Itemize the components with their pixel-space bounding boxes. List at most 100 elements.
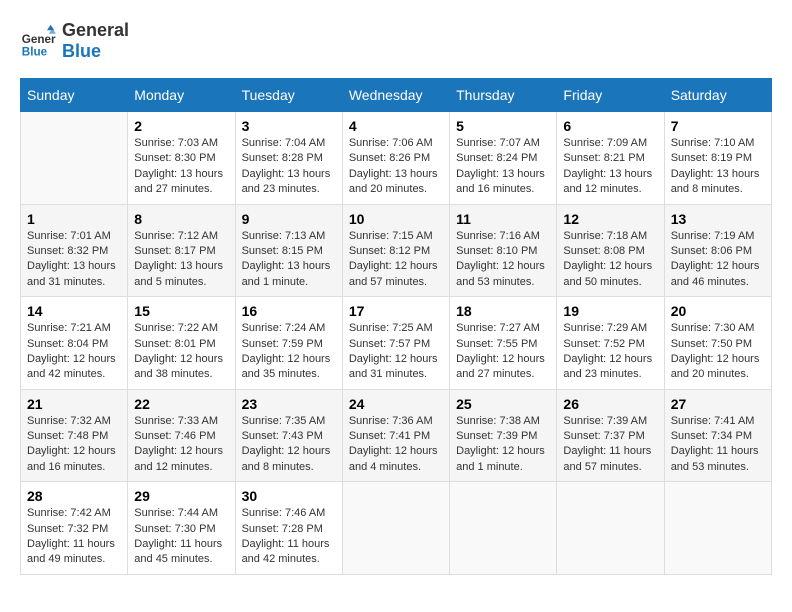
weekday-tuesday: Tuesday	[235, 79, 342, 112]
day-info: Sunrise: 7:15 AM Sunset: 8:12 PM Dayligh…	[349, 229, 443, 291]
day-info: Sunrise: 7:25 AM Sunset: 7:57 PM Dayligh…	[349, 321, 443, 383]
calendar-week-4: 21 Sunrise: 7:32 AM Sunset: 7:48 PM Dayli…	[21, 389, 772, 482]
day-info: Sunrise: 7:22 AM Sunset: 8:01 PM Dayligh…	[134, 321, 228, 383]
calendar-body: 2 Sunrise: 7:03 AM Sunset: 8:30 PM Daylig…	[21, 112, 772, 575]
day-info: Sunrise: 7:03 AM Sunset: 8:30 PM Dayligh…	[134, 136, 228, 198]
calendar-cell: 4 Sunrise: 7:06 AM Sunset: 8:26 PM Daylig…	[342, 112, 449, 205]
page-header: General Blue General Blue	[20, 20, 772, 62]
day-info: Sunrise: 7:29 AM Sunset: 7:52 PM Dayligh…	[563, 321, 657, 383]
day-info: Sunrise: 7:10 AM Sunset: 8:19 PM Dayligh…	[671, 136, 765, 198]
calendar-cell: 13 Sunrise: 7:19 AM Sunset: 8:06 PM Dayli…	[664, 204, 771, 297]
calendar-cell: 23 Sunrise: 7:35 AM Sunset: 7:43 PM Dayli…	[235, 389, 342, 482]
day-number: 13	[671, 211, 765, 227]
day-number: 15	[134, 303, 228, 319]
day-info: Sunrise: 7:33 AM Sunset: 7:46 PM Dayligh…	[134, 414, 228, 476]
day-number: 27	[671, 396, 765, 412]
calendar-week-5: 28 Sunrise: 7:42 AM Sunset: 7:32 PM Dayli…	[21, 482, 772, 575]
calendar-cell: 30 Sunrise: 7:46 AM Sunset: 7:28 PM Dayli…	[235, 482, 342, 575]
calendar-cell: 8Sunrise: 7:12 AM Sunset: 8:17 PM Daylig…	[128, 204, 235, 297]
day-number: 26	[563, 396, 657, 412]
day-number: 5	[456, 118, 550, 134]
day-info: Sunrise: 7:35 AM Sunset: 7:43 PM Dayligh…	[242, 414, 336, 476]
day-info: Sunrise: 7:21 AM Sunset: 8:04 PM Dayligh…	[27, 321, 121, 383]
calendar-cell: 17 Sunrise: 7:25 AM Sunset: 7:57 PM Dayli…	[342, 297, 449, 390]
calendar-cell: 14 Sunrise: 7:21 AM Sunset: 8:04 PM Dayli…	[21, 297, 128, 390]
calendar-cell	[664, 482, 771, 575]
day-number: 14	[27, 303, 121, 319]
calendar-table: SundayMondayTuesdayWednesdayThursdayFrid…	[20, 78, 772, 575]
day-info: Sunrise: 7:19 AM Sunset: 8:06 PM Dayligh…	[671, 229, 765, 291]
day-number: 28	[27, 488, 121, 504]
day-info: Sunrise: 7:44 AM Sunset: 7:30 PM Dayligh…	[134, 506, 228, 568]
calendar-cell	[557, 482, 664, 575]
day-info: Sunrise: 7:46 AM Sunset: 7:28 PM Dayligh…	[242, 506, 336, 568]
day-info: Sunrise: 7:41 AM Sunset: 7:34 PM Dayligh…	[671, 414, 765, 476]
day-info: Sunrise: 7:06 AM Sunset: 8:26 PM Dayligh…	[349, 136, 443, 198]
calendar-cell: 6Sunrise: 7:09 AM Sunset: 8:21 PM Daylig…	[557, 112, 664, 205]
day-number: 21	[27, 396, 121, 412]
day-info: Sunrise: 7:39 AM Sunset: 7:37 PM Dayligh…	[563, 414, 657, 476]
weekday-monday: Monday	[128, 79, 235, 112]
calendar-cell: 29 Sunrise: 7:44 AM Sunset: 7:30 PM Dayli…	[128, 482, 235, 575]
day-info: Sunrise: 7:09 AM Sunset: 8:21 PM Dayligh…	[563, 136, 657, 198]
day-info: Sunrise: 7:13 AM Sunset: 8:15 PM Dayligh…	[242, 229, 336, 291]
day-number: 20	[671, 303, 765, 319]
day-info: Sunrise: 7:42 AM Sunset: 7:32 PM Dayligh…	[27, 506, 121, 568]
day-info: Sunrise: 7:24 AM Sunset: 7:59 PM Dayligh…	[242, 321, 336, 383]
day-number: 11	[456, 211, 550, 227]
calendar-cell: 11 Sunrise: 7:16 AM Sunset: 8:10 PM Dayli…	[450, 204, 557, 297]
day-info: Sunrise: 7:04 AM Sunset: 8:28 PM Dayligh…	[242, 136, 336, 198]
calendar-cell: 5 Sunrise: 7:07 AM Sunset: 8:24 PM Daylig…	[450, 112, 557, 205]
day-number: 24	[349, 396, 443, 412]
day-info: Sunrise: 7:30 AM Sunset: 7:50 PM Dayligh…	[671, 321, 765, 383]
day-number: 12	[563, 211, 657, 227]
logo-general: General	[62, 20, 129, 41]
calendar-week-2: 1 Sunrise: 7:01 AM Sunset: 8:32 PM Daylig…	[21, 204, 772, 297]
weekday-sunday: Sunday	[21, 79, 128, 112]
calendar-cell: 16 Sunrise: 7:24 AM Sunset: 7:59 PM Dayli…	[235, 297, 342, 390]
weekday-thursday: Thursday	[450, 79, 557, 112]
calendar-week-1: 2 Sunrise: 7:03 AM Sunset: 8:30 PM Daylig…	[21, 112, 772, 205]
day-number: 16	[242, 303, 336, 319]
day-info: Sunrise: 7:07 AM Sunset: 8:24 PM Dayligh…	[456, 136, 550, 198]
day-number: 19	[563, 303, 657, 319]
calendar-cell: 21 Sunrise: 7:32 AM Sunset: 7:48 PM Dayli…	[21, 389, 128, 482]
calendar-cell: 7Sunrise: 7:10 AM Sunset: 8:19 PM Daylig…	[664, 112, 771, 205]
logo-icon: General Blue	[20, 23, 56, 59]
calendar-cell: 2 Sunrise: 7:03 AM Sunset: 8:30 PM Daylig…	[128, 112, 235, 205]
day-number: 18	[456, 303, 550, 319]
calendar-cell: 1 Sunrise: 7:01 AM Sunset: 8:32 PM Daylig…	[21, 204, 128, 297]
day-info: Sunrise: 7:16 AM Sunset: 8:10 PM Dayligh…	[456, 229, 550, 291]
calendar-cell: 20 Sunrise: 7:30 AM Sunset: 7:50 PM Dayli…	[664, 297, 771, 390]
calendar-cell: 9 Sunrise: 7:13 AM Sunset: 8:15 PM Daylig…	[235, 204, 342, 297]
day-number: 23	[242, 396, 336, 412]
day-number: 22	[134, 396, 228, 412]
day-info: Sunrise: 7:01 AM Sunset: 8:32 PM Dayligh…	[27, 229, 121, 291]
weekday-header-row: SundayMondayTuesdayWednesdayThursdayFrid…	[21, 79, 772, 112]
day-info: Sunrise: 7:18 AM Sunset: 8:08 PM Dayligh…	[563, 229, 657, 291]
day-number: 3	[242, 118, 336, 134]
day-number: 4	[349, 118, 443, 134]
calendar-cell: 3 Sunrise: 7:04 AM Sunset: 8:28 PM Daylig…	[235, 112, 342, 205]
day-info: Sunrise: 7:32 AM Sunset: 7:48 PM Dayligh…	[27, 414, 121, 476]
day-info: Sunrise: 7:12 AM Sunset: 8:17 PM Dayligh…	[134, 229, 228, 291]
day-number: 25	[456, 396, 550, 412]
calendar-cell: 15 Sunrise: 7:22 AM Sunset: 8:01 PM Dayli…	[128, 297, 235, 390]
day-number: 29	[134, 488, 228, 504]
calendar-cell	[450, 482, 557, 575]
svg-text:General: General	[22, 33, 56, 46]
calendar-week-3: 14 Sunrise: 7:21 AM Sunset: 8:04 PM Dayli…	[21, 297, 772, 390]
weekday-saturday: Saturday	[664, 79, 771, 112]
weekday-wednesday: Wednesday	[342, 79, 449, 112]
logo-blue: Blue	[62, 41, 129, 62]
day-number: 17	[349, 303, 443, 319]
day-number: 2	[134, 118, 228, 134]
day-number: 9	[242, 211, 336, 227]
day-number: 30	[242, 488, 336, 504]
day-info: Sunrise: 7:27 AM Sunset: 7:55 PM Dayligh…	[456, 321, 550, 383]
calendar-cell: 19 Sunrise: 7:29 AM Sunset: 7:52 PM Dayli…	[557, 297, 664, 390]
day-number: 1	[27, 211, 121, 227]
calendar-cell: 18 Sunrise: 7:27 AM Sunset: 7:55 PM Dayli…	[450, 297, 557, 390]
calendar-cell: 26 Sunrise: 7:39 AM Sunset: 7:37 PM Dayli…	[557, 389, 664, 482]
day-info: Sunrise: 7:36 AM Sunset: 7:41 PM Dayligh…	[349, 414, 443, 476]
